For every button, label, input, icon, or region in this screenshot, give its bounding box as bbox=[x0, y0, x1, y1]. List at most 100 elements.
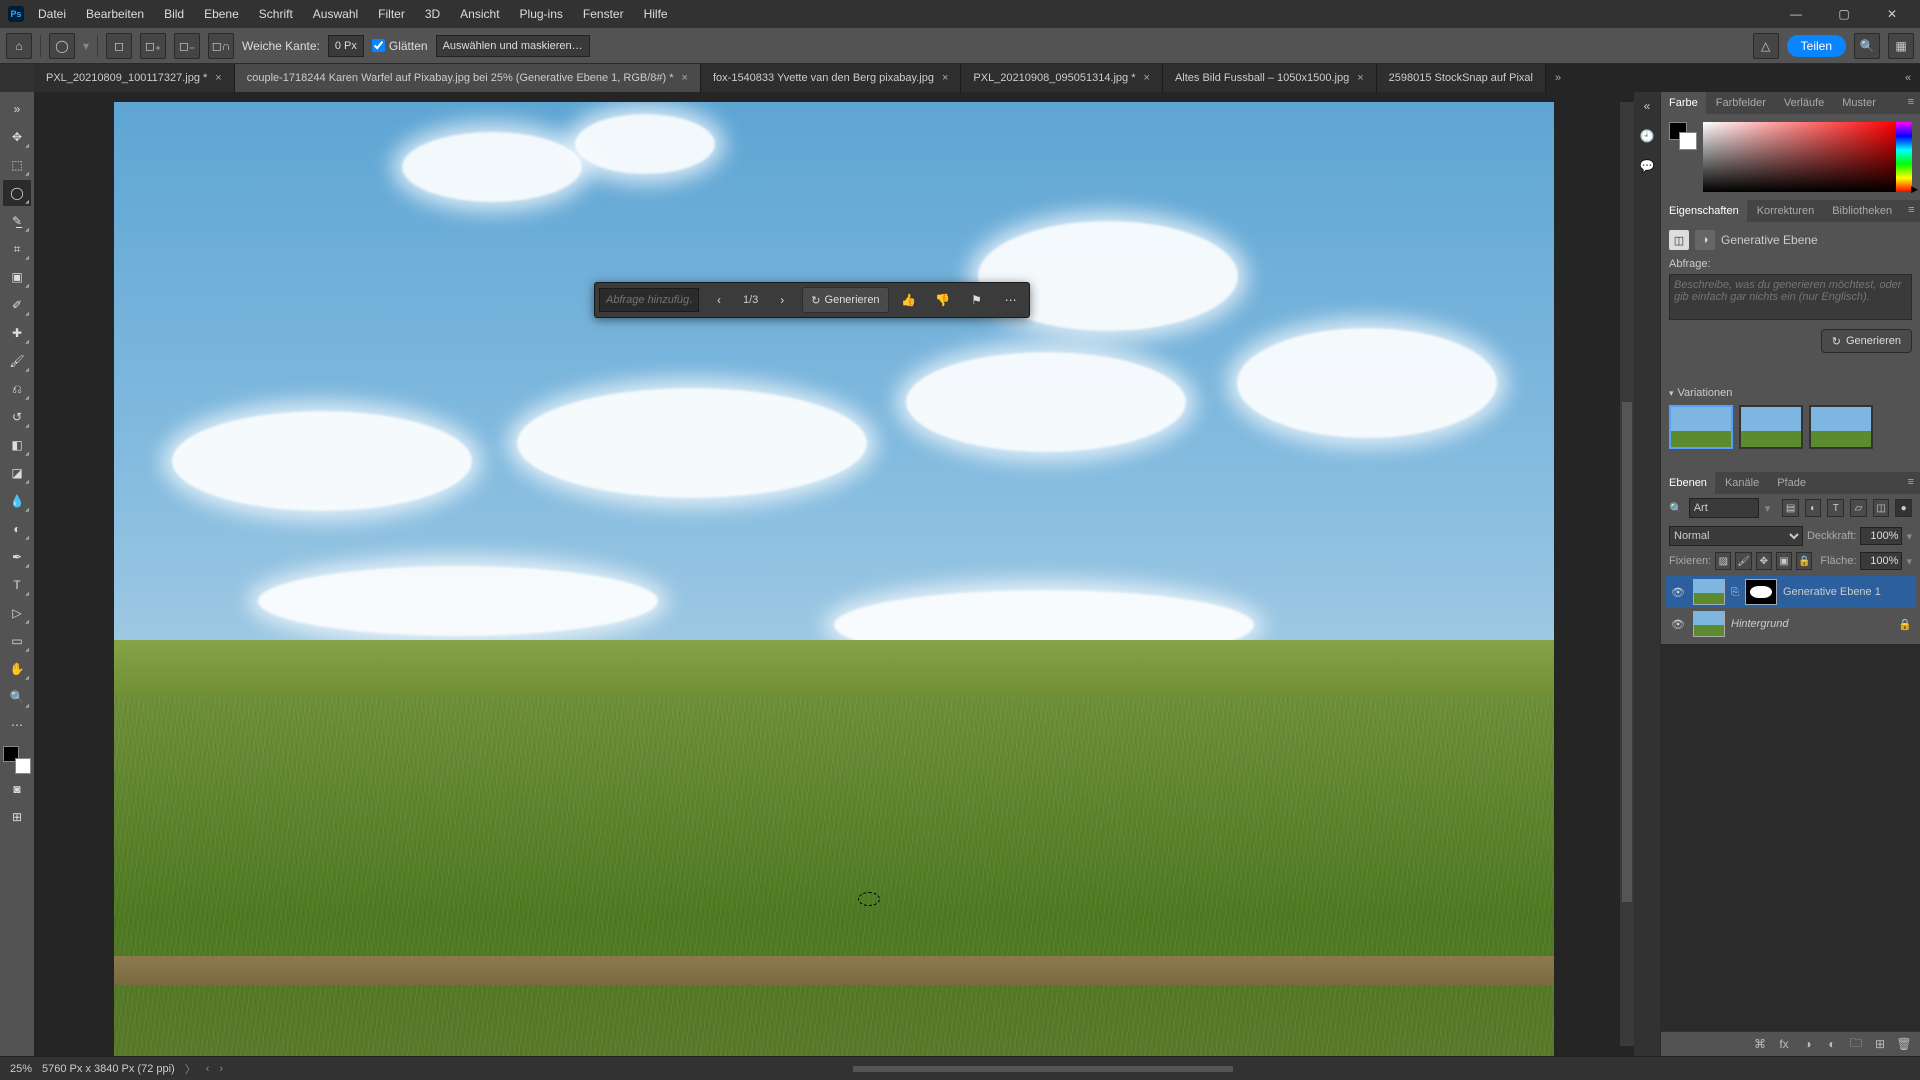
close-icon[interactable]: × bbox=[942, 72, 948, 84]
lock-transparency-icon[interactable]: ▨ bbox=[1715, 552, 1731, 570]
menu-layer[interactable]: Ebene bbox=[198, 3, 245, 25]
mask-link-icon[interactable]: ⎘ bbox=[1731, 587, 1739, 598]
filter-pixel-icon[interactable]: ▤ bbox=[1782, 499, 1799, 517]
tab-paths[interactable]: Pfade bbox=[1769, 472, 1814, 494]
tab-layers[interactable]: Ebenen bbox=[1661, 472, 1715, 494]
horizontal-scrollbar[interactable] bbox=[853, 1066, 1233, 1072]
lock-icon[interactable]: 🔒 bbox=[1898, 618, 1912, 631]
antialias-checkbox[interactable]: Glätten bbox=[372, 39, 428, 53]
chevron-down-icon[interactable]: ▾ bbox=[1906, 530, 1912, 543]
variations-section-label[interactable]: Variationen bbox=[1669, 387, 1912, 399]
tool-preset-lasso-icon[interactable]: ◯ bbox=[49, 33, 75, 59]
canvas-area[interactable]: ‹ 1/3 › ↻Generieren 👍 👎 ⚑ ⋯ bbox=[34, 92, 1634, 1056]
group-icon[interactable]: 🗀 bbox=[1848, 1036, 1864, 1052]
chevron-down-icon[interactable]: ▾ bbox=[1765, 502, 1771, 515]
pen-tool[interactable]: ✒ bbox=[3, 544, 31, 570]
status-prev-icon[interactable]: ‹ bbox=[206, 1063, 210, 1075]
frame-tool[interactable]: ▣ bbox=[3, 264, 31, 290]
blend-mode-select[interactable]: Normal bbox=[1669, 526, 1803, 546]
menu-select[interactable]: Auswahl bbox=[307, 3, 364, 25]
layer-item[interactable]: 👁 Hintergrund 🔒 bbox=[1665, 608, 1916, 640]
clone-stamp-tool[interactable]: ⎌ bbox=[3, 376, 31, 402]
mask-icon[interactable]: ◑ bbox=[1800, 1036, 1816, 1052]
gen-fill-prompt-input[interactable] bbox=[599, 288, 699, 312]
menu-type[interactable]: Schrift bbox=[253, 3, 299, 25]
collapse-toolbar-icon[interactable]: » bbox=[3, 96, 31, 122]
filter-toggle-icon[interactable]: ● bbox=[1895, 499, 1912, 517]
opacity-input[interactable] bbox=[1860, 527, 1902, 545]
doc-tab[interactable]: Altes Bild Fussball – 1050x1500.jpg× bbox=[1163, 64, 1377, 92]
selection-intersect[interactable]: ◻∩ bbox=[208, 33, 234, 59]
zoom-tool[interactable]: 🔍 bbox=[3, 684, 31, 710]
thumbs-up-icon[interactable]: 👍 bbox=[895, 287, 923, 313]
hue-slider[interactable]: ▶ bbox=[1896, 122, 1912, 192]
menu-3d[interactable]: 3D bbox=[419, 3, 446, 25]
layer-thumb[interactable] bbox=[1693, 611, 1725, 637]
fill-input[interactable] bbox=[1860, 552, 1902, 570]
adjustment-icon[interactable]: ◐ bbox=[1824, 1036, 1840, 1052]
next-variation-button[interactable]: › bbox=[768, 287, 796, 313]
shape-tool[interactable]: ▭ bbox=[3, 628, 31, 654]
window-maximize[interactable]: ▢ bbox=[1824, 0, 1864, 28]
tab-gradients[interactable]: Verläufe bbox=[1776, 92, 1832, 114]
properties-prompt-input[interactable] bbox=[1669, 274, 1912, 320]
workspace-switcher-icon[interactable]: ▦ bbox=[1888, 33, 1914, 59]
home-icon[interactable]: ⌂ bbox=[6, 33, 32, 59]
expand-dock-icon[interactable]: « bbox=[1637, 96, 1657, 116]
fx-icon[interactable]: fx bbox=[1776, 1036, 1792, 1052]
layer-name[interactable]: Generative Ebene 1 bbox=[1783, 586, 1881, 598]
vertical-scrollbar[interactable] bbox=[1620, 102, 1634, 1046]
status-menu-icon[interactable]: 〉 bbox=[185, 1061, 196, 1077]
fg-bg-swatches[interactable] bbox=[3, 746, 31, 774]
cloud-docs-icon[interactable]: △ bbox=[1753, 33, 1779, 59]
doc-tab[interactable]: fox-1540833 Yvette van den Berg pixabay.… bbox=[701, 64, 961, 92]
lock-all-icon[interactable]: 🔒 bbox=[1796, 552, 1812, 570]
filter-adjust-icon[interactable]: ◐ bbox=[1805, 499, 1822, 517]
lock-artboard-icon[interactable]: ▣ bbox=[1776, 552, 1792, 570]
share-button[interactable]: Teilen bbox=[1787, 35, 1846, 57]
fg-bg-color-swatch[interactable] bbox=[1669, 122, 1697, 150]
link-layers-icon[interactable]: ⌘ bbox=[1752, 1036, 1768, 1052]
tabs-overflow-icon[interactable]: » bbox=[1546, 64, 1570, 92]
panel-menu-icon[interactable]: ≡ bbox=[1902, 472, 1920, 494]
lock-position-icon[interactable]: ✥ bbox=[1756, 552, 1772, 570]
menu-filter[interactable]: Filter bbox=[372, 3, 411, 25]
layer-mask-thumb[interactable] bbox=[1745, 579, 1777, 605]
selection-subtract[interactable]: ◻₋ bbox=[174, 33, 200, 59]
contextual-task-bar[interactable]: ‹ 1/3 › ↻Generieren 👍 👎 ⚑ ⋯ bbox=[594, 282, 1030, 318]
feather-input[interactable]: 0 Px bbox=[328, 35, 364, 57]
menu-window[interactable]: Fenster bbox=[577, 3, 630, 25]
filter-type-icon[interactable]: T bbox=[1827, 499, 1844, 517]
thumbs-down-icon[interactable]: 👎 bbox=[929, 287, 957, 313]
close-icon[interactable]: × bbox=[682, 72, 688, 84]
doc-info[interactable]: 5760 Px x 3840 Px (72 ppi) bbox=[42, 1063, 175, 1075]
more-options-icon[interactable]: ⋯ bbox=[997, 287, 1025, 313]
layer-item[interactable]: 👁 ⎘ Generative Ebene 1 bbox=[1665, 576, 1916, 608]
doc-tab[interactable]: PXL_20210908_095051314.jpg *× bbox=[961, 64, 1163, 92]
prev-variation-button[interactable]: ‹ bbox=[705, 287, 733, 313]
eyedropper-tool[interactable]: ✐ bbox=[3, 292, 31, 318]
menu-view[interactable]: Ansicht bbox=[454, 3, 505, 25]
tab-patterns[interactable]: Muster bbox=[1834, 92, 1884, 114]
blur-tool[interactable]: 💧 bbox=[3, 488, 31, 514]
tab-color[interactable]: Farbe bbox=[1661, 92, 1706, 114]
doc-tab[interactable]: PXL_20210809_100117327.jpg *× bbox=[34, 64, 235, 92]
scrollbar-thumb[interactable] bbox=[1622, 402, 1632, 902]
healing-tool[interactable]: ✚ bbox=[3, 320, 31, 346]
variation-thumb[interactable] bbox=[1809, 405, 1873, 449]
delete-icon[interactable]: 🗑 bbox=[1896, 1036, 1912, 1052]
screenmode-toggle[interactable]: ⊞ bbox=[3, 804, 31, 830]
properties-generate-button[interactable]: ↻Generieren bbox=[1821, 329, 1912, 353]
lock-pixels-icon[interactable]: 🖌 bbox=[1735, 552, 1751, 570]
selection-new[interactable]: ◻ bbox=[106, 33, 132, 59]
panel-menu-icon[interactable]: ≡ bbox=[1902, 92, 1920, 114]
menu-plugins[interactable]: Plug-ins bbox=[514, 3, 569, 25]
variation-thumb[interactable] bbox=[1739, 405, 1803, 449]
path-select-tool[interactable]: ▷ bbox=[3, 600, 31, 626]
window-minimize[interactable]: ― bbox=[1776, 0, 1816, 28]
tab-properties[interactable]: Eigenschaften bbox=[1661, 200, 1747, 222]
menu-edit[interactable]: Bearbeiten bbox=[80, 3, 150, 25]
flag-icon[interactable]: ⚑ bbox=[963, 287, 991, 313]
chevron-down-icon[interactable]: ▾ bbox=[1906, 555, 1912, 568]
history-brush-tool[interactable]: ↺ bbox=[3, 404, 31, 430]
